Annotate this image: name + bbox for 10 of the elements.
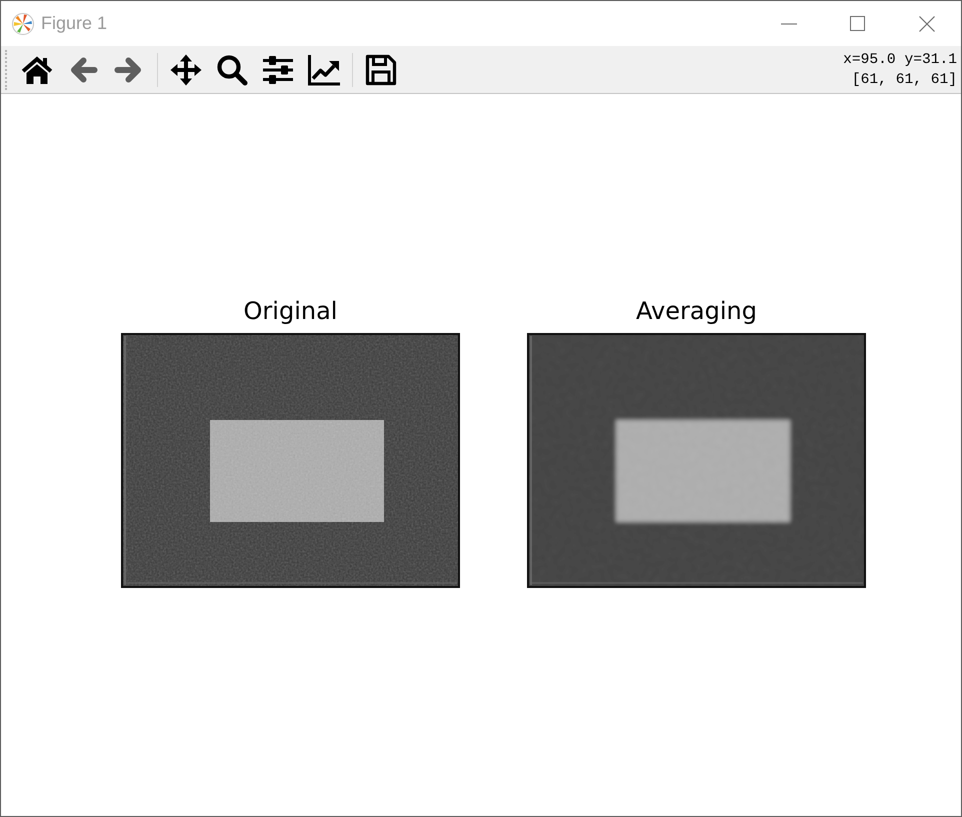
close-icon[interactable] (918, 16, 934, 32)
pixel-value: [61, 61, 61] (852, 70, 957, 90)
subplot-title: Original (244, 297, 338, 325)
maximize-icon[interactable] (850, 16, 865, 31)
cursor-position: x=95.0 y=31.1 (843, 50, 957, 70)
minimize-icon[interactable] (780, 22, 796, 24)
subplot-title: Averaging (636, 297, 757, 325)
app-logo-icon (12, 12, 34, 34)
grip-handle[interactable] (5, 50, 7, 90)
window-title: Figure 1 (41, 13, 108, 34)
